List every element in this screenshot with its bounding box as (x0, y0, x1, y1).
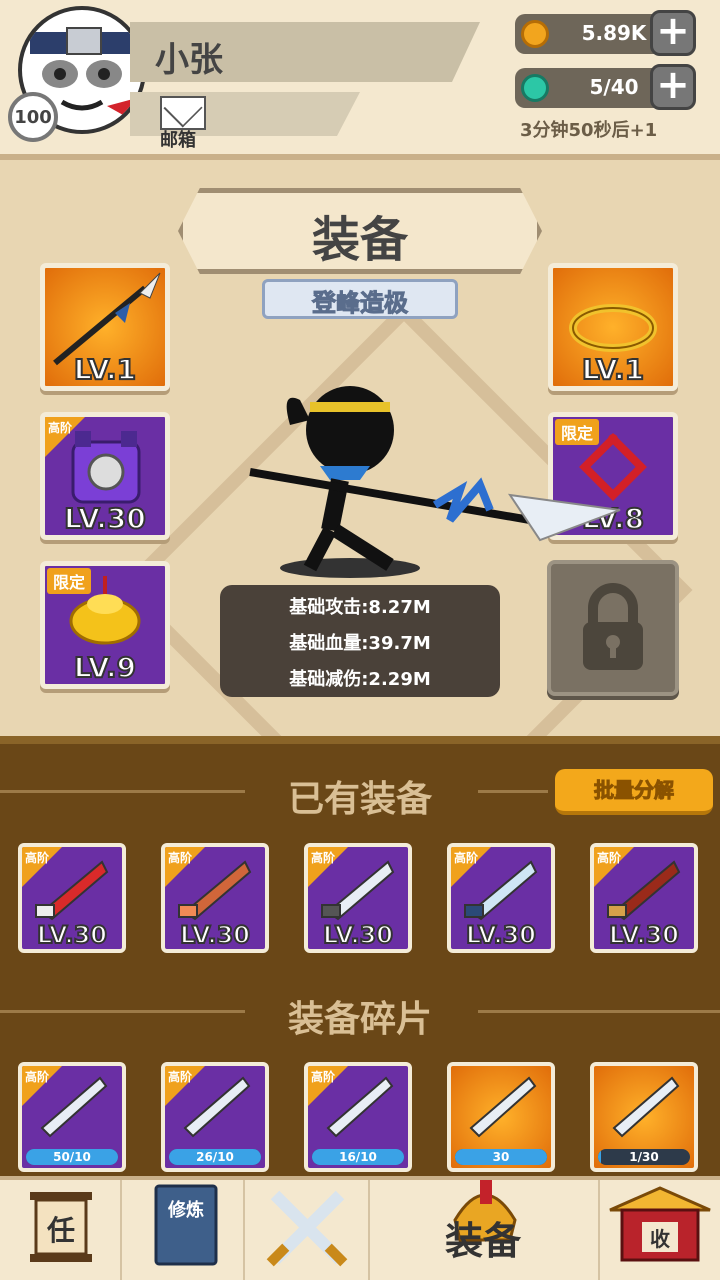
base-stats-panel: 基础攻击:8.27M 基础血量:39.7M 基础减伤:2.29M (220, 585, 500, 697)
equip-slot-charm[interactable]: 限定 LV.9 (40, 561, 170, 689)
mail-icon[interactable] (160, 96, 206, 130)
coin-icon (521, 20, 549, 48)
fragment-item-icon (612, 1076, 680, 1138)
tier-tag-label: 高阶 (311, 1070, 336, 1084)
fragment-card[interactable]: 高阶 50/10 (18, 1062, 126, 1172)
tier-tag-label: 高阶 (48, 421, 73, 435)
fragment-progress-bar: 50/10 (26, 1149, 118, 1165)
book-icon: 修炼 (154, 1184, 218, 1266)
player-name: 小张 (155, 40, 223, 80)
owned-item-card[interactable]: 高阶 LV.30 (18, 843, 126, 953)
fragment-progress-text: 26/10 (196, 1150, 234, 1164)
item-level: LV.30 (36, 920, 108, 949)
scroll-icon: 任 (30, 1192, 92, 1262)
fragment-item-icon (469, 1076, 537, 1138)
fragment-card[interactable]: 高阶 16/10 (304, 1062, 412, 1172)
tier-tag-label: 高阶 (168, 851, 193, 865)
item-level: LV.30 (322, 920, 394, 949)
owned-item-card[interactable]: 高阶 LV.30 (304, 843, 412, 953)
player-level-badge: 100 (8, 92, 58, 142)
page-title: 装备 (311, 212, 408, 268)
tier-tag-label: 高阶 (454, 851, 479, 865)
nav-collect-label: 收 (650, 1227, 670, 1251)
fragments-section-title: 装备碎片 (287, 999, 432, 1040)
item-level: LV.30 (608, 920, 680, 949)
add-coins-button[interactable]: + (650, 10, 696, 56)
pavilion-icon: 收 (609, 1186, 711, 1262)
tier-tag-label: 高阶 (25, 851, 50, 865)
fragment-progress-bar: 26/10 (169, 1149, 261, 1165)
item-level: LV.30 (179, 920, 251, 949)
tier-tag-label: 高阶 (597, 851, 622, 865)
fragment-progress-bar: 30 (455, 1149, 547, 1165)
slot-level: LV.1 (73, 352, 137, 386)
owned-item-card[interactable]: 高阶 LV.30 (161, 843, 269, 953)
tier-tag-label: 高阶 (168, 1070, 193, 1084)
batch-dismantle-button[interactable]: 批量分解 (555, 769, 713, 815)
owned-item-card[interactable]: 高阶 LV.30 (590, 843, 698, 953)
limited-tag: 限定 (47, 568, 92, 594)
stat-defense: 基础减伤:2.29M (289, 669, 431, 690)
nav-tasks[interactable]: 任 (0, 1180, 122, 1280)
nav-battle[interactable] (245, 1180, 370, 1280)
equip-slot-armor[interactable]: 高阶 LV.30 (40, 412, 170, 540)
bottom-nav: 任 修炼 收 (0, 1176, 720, 1280)
fragment-progress-text: 1/30 (629, 1150, 659, 1164)
fragment-card[interactable]: 1/30 (590, 1062, 698, 1172)
owned-item-card[interactable]: 高阶 LV.30 (447, 843, 555, 953)
energy-counter: 5/40 + (515, 64, 696, 110)
stickman-character (249, 386, 621, 578)
fragment-progress-text: 30 (492, 1150, 510, 1164)
equip-slot-weapon[interactable]: LV.1 (40, 263, 170, 391)
add-energy-button[interactable]: + (650, 64, 696, 110)
fragment-progress-text: 16/10 (339, 1150, 377, 1164)
equip-slot-headband[interactable]: LV.1 (548, 263, 678, 391)
balloon-icon (521, 74, 549, 102)
padlock-icon (583, 583, 643, 670)
nav-training-label: 修炼 (167, 1199, 204, 1221)
locked-slot[interactable] (547, 560, 679, 696)
slot-level: LV.9 (73, 650, 137, 684)
nav-equipment-label: 装备 (445, 1219, 522, 1263)
mail-label[interactable]: 邮箱 (160, 126, 196, 152)
fragment-card[interactable]: 高阶 26/10 (161, 1062, 269, 1172)
fragment-progress-bar: 1/30 (598, 1149, 690, 1165)
coin-counter: 5.89K + (515, 10, 696, 56)
crossed-swords-icon (266, 1190, 348, 1267)
stat-hp: 基础血量:39.7M (289, 633, 431, 654)
stat-attack: 基础攻击:8.27M (289, 597, 431, 618)
fragment-progress-text: 50/10 (53, 1150, 91, 1164)
slot-level: LV.30 (63, 501, 147, 535)
energy-timer: 3分钟50秒后+1 (520, 120, 658, 141)
rank-title: 登峰造极 (312, 289, 409, 318)
item-level: LV.30 (465, 920, 537, 949)
tier-tag-label: 高阶 (25, 1070, 50, 1084)
nav-collect[interactable]: 收 (600, 1180, 720, 1280)
fragment-card[interactable]: 30 (447, 1062, 555, 1172)
fragment-progress-bar: 16/10 (312, 1149, 404, 1165)
tier-tag-label: 高阶 (311, 851, 336, 865)
nav-training[interactable]: 修炼 (122, 1180, 245, 1280)
nav-tasks-label: 任 (46, 1214, 75, 1247)
